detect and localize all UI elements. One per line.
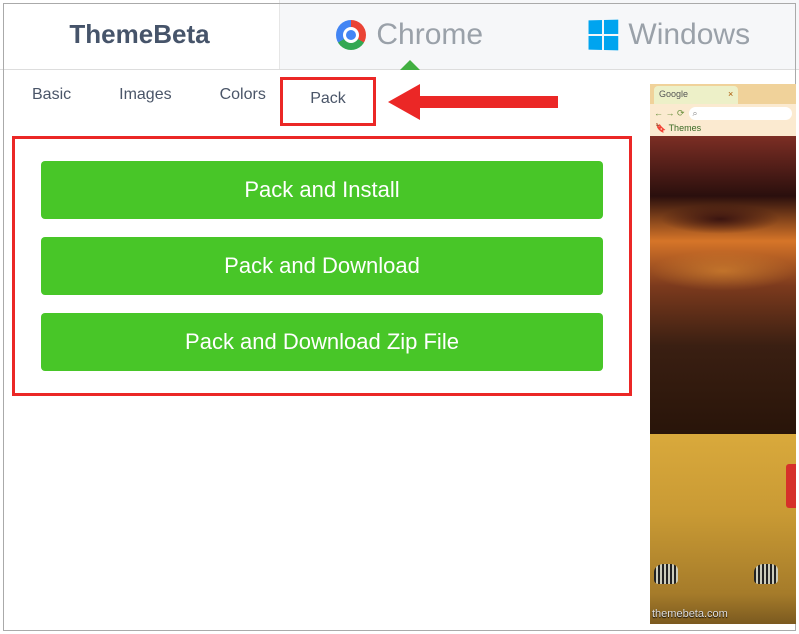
pack-download-button[interactable]: Pack and Download	[41, 237, 603, 295]
preview-wallpaper-sky	[650, 136, 796, 436]
zebra-icon	[754, 564, 778, 584]
pack-download-zip-button[interactable]: Pack and Download Zip File	[41, 313, 603, 371]
sub-tab-bar: Basic Images Colors	[8, 80, 290, 126]
preview-url-bar: ⌕	[689, 107, 792, 120]
nav-windows[interactable]: Windows	[540, 0, 799, 69]
bookmark-icon: 🔖	[655, 123, 666, 133]
preview-footer-text: themebeta.com	[652, 608, 728, 620]
active-indicator-icon	[400, 60, 420, 70]
nav-arrows-icon: ← → ⟳	[654, 108, 685, 119]
chrome-icon	[336, 20, 366, 50]
tab-pack[interactable]: Pack	[280, 77, 376, 126]
nav-windows-label: Windows	[628, 18, 750, 52]
preview-badge-icon	[786, 464, 796, 508]
theme-preview: Google × ← → ⟳ ⌕ 🔖 Themes themebeta.com	[650, 84, 796, 624]
nav-chrome-label: Chrome	[376, 18, 483, 52]
preview-bookmark-label: Themes	[669, 123, 702, 133]
tab-colors[interactable]: Colors	[196, 80, 290, 126]
tab-basic[interactable]: Basic	[8, 80, 95, 126]
windows-icon	[589, 19, 619, 50]
close-icon: ×	[728, 89, 733, 99]
preview-bookmark-bar: 🔖 Themes	[650, 122, 796, 136]
zebra-icon	[654, 564, 678, 584]
nav-chrome[interactable]: Chrome	[280, 0, 540, 69]
pack-panel: Pack and Install Pack and Download Pack …	[12, 136, 632, 396]
preview-wallpaper-ground	[650, 434, 796, 624]
search-icon: ⌕	[693, 108, 698, 119]
tab-images[interactable]: Images	[95, 80, 195, 126]
pack-install-button[interactable]: Pack and Install	[41, 161, 603, 219]
preview-browser-tab: Google	[654, 86, 738, 104]
preview-toolbar: ← → ⟳ ⌕	[650, 104, 796, 122]
annotation-arrow-icon	[388, 84, 558, 124]
preview-chrome-frame: Google × ← → ⟳ ⌕ 🔖 Themes	[650, 84, 796, 126]
